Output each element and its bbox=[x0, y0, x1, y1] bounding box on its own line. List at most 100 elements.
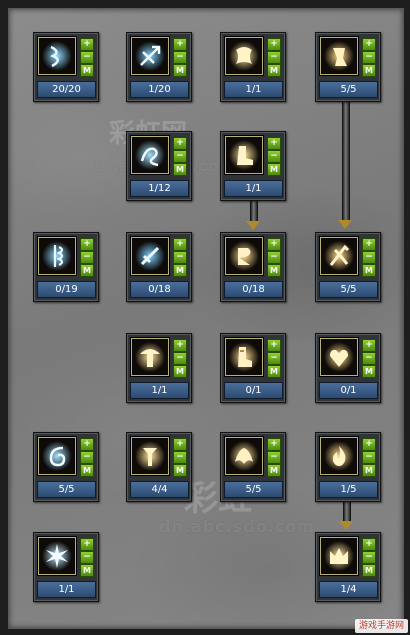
max-button[interactable]: M bbox=[362, 464, 376, 477]
plus-button[interactable]: + bbox=[267, 339, 281, 352]
plus-button[interactable]: + bbox=[362, 38, 376, 51]
golden-swirl-icon[interactable] bbox=[225, 237, 263, 275]
skill-slot[interactable]: + − M 5/5 bbox=[33, 432, 99, 502]
plus-button[interactable]: + bbox=[362, 339, 376, 352]
minus-button[interactable]: − bbox=[80, 251, 94, 264]
max-button[interactable]: M bbox=[80, 64, 94, 77]
blue-whirl-icon[interactable] bbox=[38, 437, 76, 475]
blue-chain-icon[interactable] bbox=[38, 237, 76, 275]
skill-level: 5/5 bbox=[37, 481, 96, 498]
max-button[interactable]: M bbox=[267, 365, 281, 378]
max-button[interactable]: M bbox=[80, 564, 94, 577]
minus-button[interactable]: − bbox=[267, 51, 281, 64]
plus-button[interactable]: + bbox=[80, 238, 94, 251]
skill-slot[interactable]: + − M 0/19 bbox=[33, 232, 99, 302]
minus-button[interactable]: − bbox=[267, 352, 281, 365]
minus-button[interactable]: − bbox=[267, 150, 281, 163]
skill-slot[interactable]: + − M 1/1 bbox=[33, 532, 99, 602]
skill-slot[interactable]: + − M 5/5 bbox=[220, 432, 286, 502]
golden-flame-icon[interactable] bbox=[320, 437, 358, 475]
plus-button[interactable]: + bbox=[80, 438, 94, 451]
max-button[interactable]: M bbox=[267, 163, 281, 176]
minus-button[interactable]: − bbox=[80, 51, 94, 64]
golden-boot-icon[interactable] bbox=[225, 136, 263, 174]
plus-button[interactable]: + bbox=[362, 438, 376, 451]
golden-beast-icon[interactable] bbox=[225, 37, 263, 75]
skill-slot[interactable]: + − M 0/18 bbox=[126, 232, 192, 302]
max-button[interactable]: M bbox=[80, 464, 94, 477]
skill-slot[interactable]: + − M 4/4 bbox=[126, 432, 192, 502]
skill-slot[interactable]: + − M 1/5 bbox=[315, 432, 381, 502]
max-button[interactable]: M bbox=[362, 64, 376, 77]
golden-mushroom-icon[interactable] bbox=[131, 338, 169, 376]
sword-arrow-icon[interactable] bbox=[131, 37, 169, 75]
skill-slot[interactable]: + − M 1/4 bbox=[315, 532, 381, 602]
golden-slash-icon[interactable] bbox=[320, 237, 358, 275]
max-button[interactable]: M bbox=[173, 163, 187, 176]
skill-level: 1/1 bbox=[224, 180, 283, 197]
skill-level: 1/20 bbox=[130, 81, 189, 98]
plus-button[interactable]: + bbox=[80, 38, 94, 51]
plus-button[interactable]: + bbox=[267, 238, 281, 251]
minus-button[interactable]: − bbox=[362, 51, 376, 64]
plus-button[interactable]: + bbox=[267, 137, 281, 150]
minus-button[interactable]: − bbox=[362, 451, 376, 464]
plus-button[interactable]: + bbox=[173, 339, 187, 352]
skill-slot[interactable]: + − M 1/1 bbox=[126, 333, 192, 403]
max-button[interactable]: M bbox=[362, 564, 376, 577]
golden-lotus-icon[interactable] bbox=[225, 437, 263, 475]
plus-button[interactable]: + bbox=[362, 238, 376, 251]
skill-slot[interactable]: + − M 1/20 bbox=[126, 32, 192, 102]
plus-button[interactable]: + bbox=[173, 38, 187, 51]
max-button[interactable]: M bbox=[173, 264, 187, 277]
golden-hand-icon[interactable] bbox=[225, 338, 263, 376]
minus-button[interactable]: − bbox=[173, 150, 187, 163]
max-button[interactable]: M bbox=[267, 464, 281, 477]
max-button[interactable]: M bbox=[173, 464, 187, 477]
minus-button[interactable]: − bbox=[362, 352, 376, 365]
blue-burst-icon[interactable] bbox=[38, 537, 76, 575]
plus-button[interactable]: + bbox=[173, 137, 187, 150]
plus-button[interactable]: + bbox=[267, 438, 281, 451]
skill-level: 4/4 bbox=[130, 481, 189, 498]
minus-button[interactable]: − bbox=[173, 251, 187, 264]
golden-fist-icon[interactable] bbox=[320, 37, 358, 75]
max-button[interactable]: M bbox=[267, 264, 281, 277]
plus-button[interactable]: + bbox=[173, 238, 187, 251]
skill-slot[interactable]: + − M 0/18 bbox=[220, 232, 286, 302]
skill-slot[interactable]: + − M 0/1 bbox=[315, 333, 381, 403]
skill-slot[interactable]: + − M 1/1 bbox=[220, 32, 286, 102]
max-button[interactable]: M bbox=[173, 365, 187, 378]
max-button[interactable]: M bbox=[173, 64, 187, 77]
minus-button[interactable]: − bbox=[173, 51, 187, 64]
max-button[interactable]: M bbox=[362, 365, 376, 378]
skill-slot[interactable]: + − M 5/5 bbox=[315, 32, 381, 102]
skill-level: 1/4 bbox=[319, 581, 378, 598]
minus-button[interactable]: − bbox=[362, 551, 376, 564]
minus-button[interactable]: − bbox=[173, 352, 187, 365]
golden-crown-icon[interactable] bbox=[320, 537, 358, 575]
golden-heart-icon[interactable] bbox=[320, 338, 358, 376]
golden-totem-icon[interactable] bbox=[131, 437, 169, 475]
minus-button[interactable]: − bbox=[362, 251, 376, 264]
max-button[interactable]: M bbox=[267, 64, 281, 77]
minus-button[interactable]: − bbox=[80, 451, 94, 464]
blue-sword-icon[interactable] bbox=[131, 237, 169, 275]
blue-wave-icon[interactable] bbox=[131, 136, 169, 174]
blue-rune-icon[interactable] bbox=[38, 37, 76, 75]
plus-button[interactable]: + bbox=[362, 538, 376, 551]
minus-button[interactable]: − bbox=[267, 451, 281, 464]
max-button[interactable]: M bbox=[80, 264, 94, 277]
skill-slot[interactable]: + − M 1/1 bbox=[220, 131, 286, 201]
plus-button[interactable]: + bbox=[80, 538, 94, 551]
skill-slot[interactable]: + − M 5/5 bbox=[315, 232, 381, 302]
minus-button[interactable]: − bbox=[80, 551, 94, 564]
plus-button[interactable]: + bbox=[267, 38, 281, 51]
skill-slot[interactable]: + − M 0/1 bbox=[220, 333, 286, 403]
minus-button[interactable]: − bbox=[267, 251, 281, 264]
max-button[interactable]: M bbox=[362, 264, 376, 277]
plus-button[interactable]: + bbox=[173, 438, 187, 451]
skill-slot[interactable]: + − M 1/12 bbox=[126, 131, 192, 201]
skill-slot[interactable]: + − M 20/20 bbox=[33, 32, 99, 102]
minus-button[interactable]: − bbox=[173, 451, 187, 464]
